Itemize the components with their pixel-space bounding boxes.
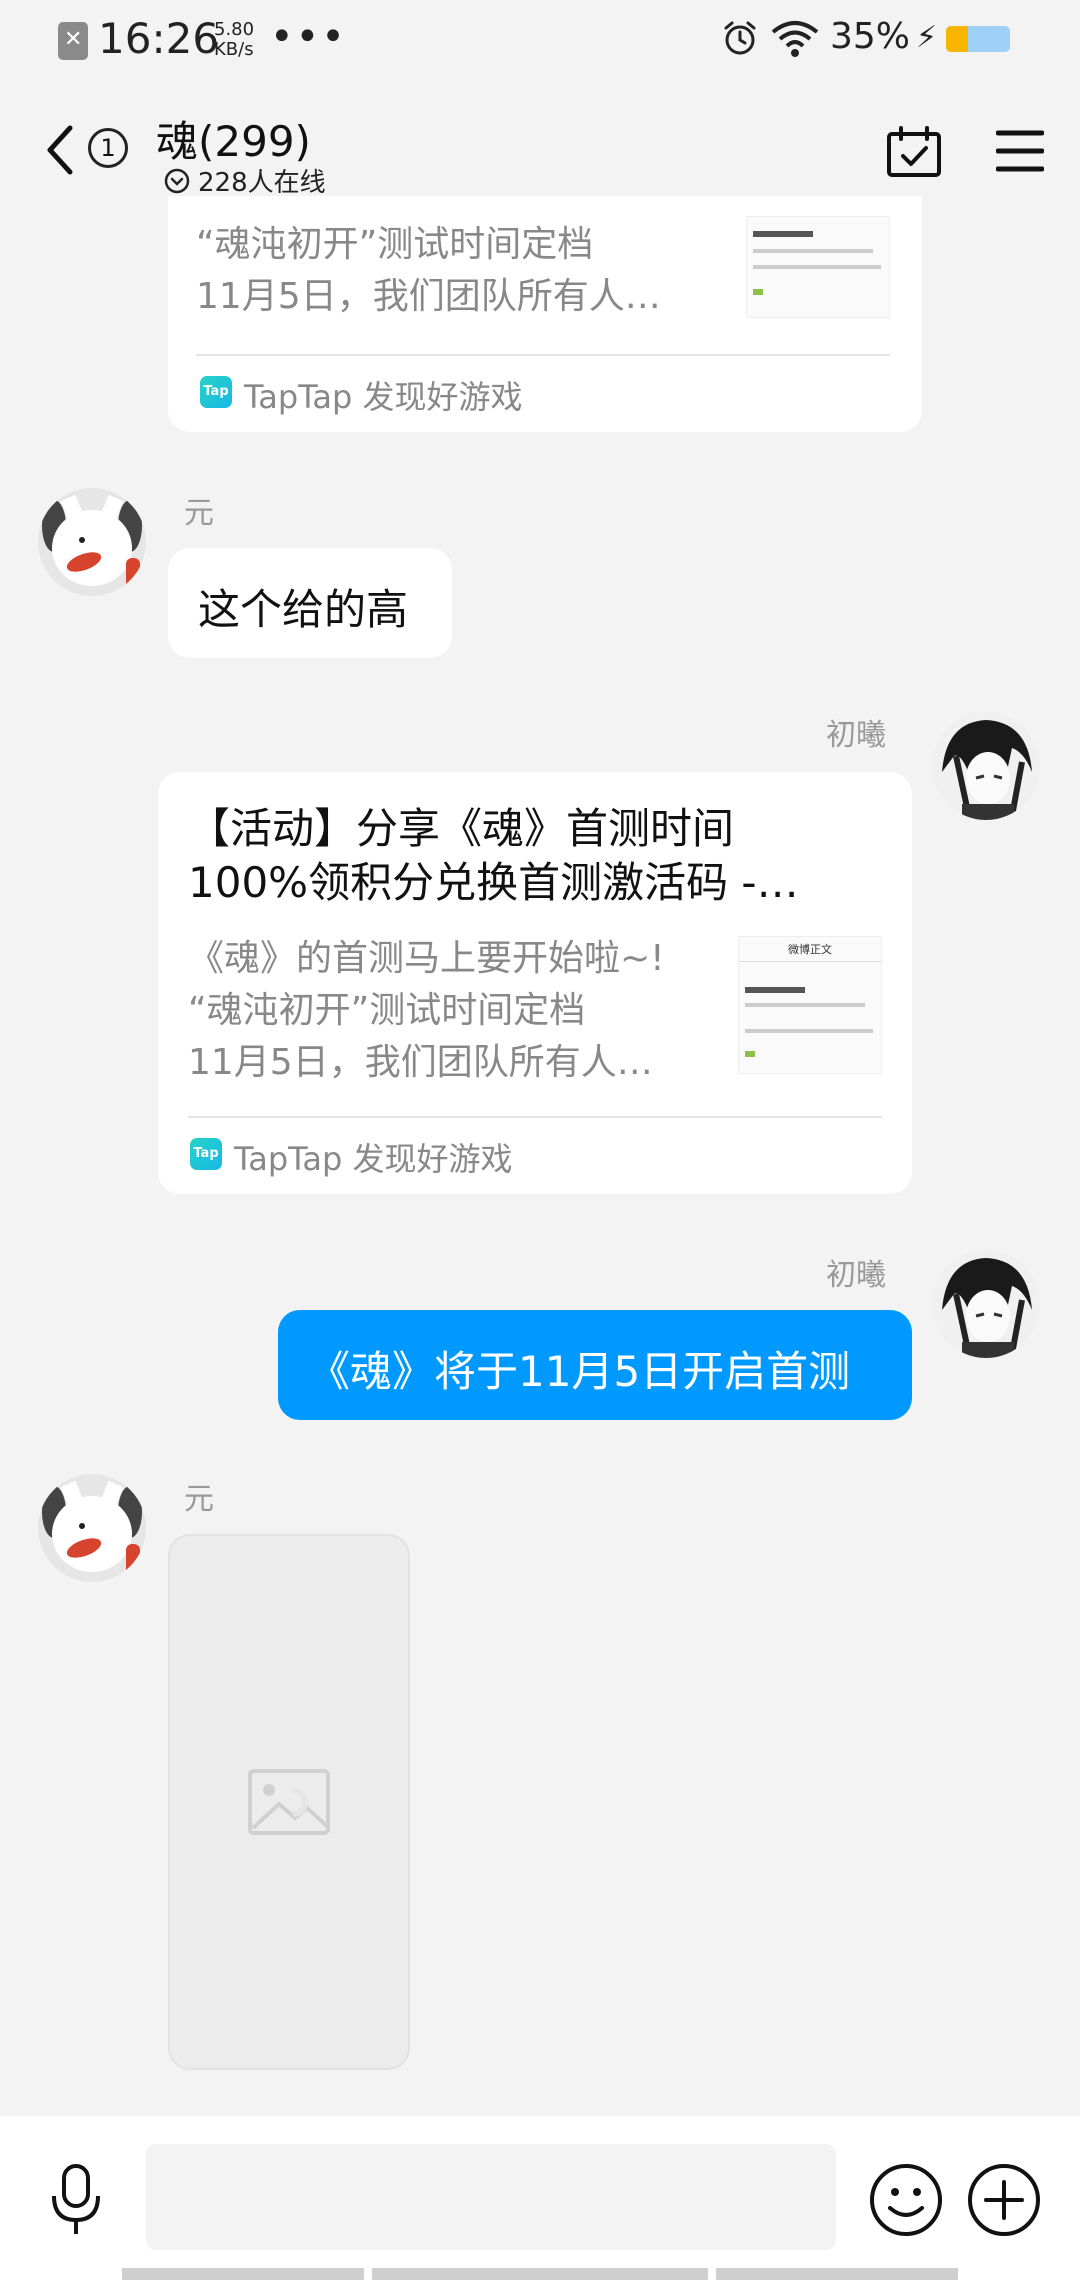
- link-card[interactable]: 【活动】分享《魂》首测时间 100%领积分兑换首测激活码 -… 《魂》的首测马上…: [158, 772, 912, 1194]
- message-text: 《魂》将于11月5日开启首测: [308, 1347, 851, 1396]
- avatar-chuxi[interactable]: [932, 712, 1040, 820]
- taptap-logo-icon: Tap: [200, 376, 232, 408]
- alarm-icon: [724, 21, 756, 55]
- calendar-check-icon[interactable]: [886, 126, 942, 178]
- chevron-down-circle-icon: [164, 168, 190, 193]
- unread-badge[interactable]: 1: [88, 128, 128, 168]
- link-card-top[interactable]: “魂沌初开”测试时间定档 11月5日，我们团队所有人… Tap TapTap 发…: [168, 196, 922, 432]
- microphone-icon[interactable]: [46, 2162, 106, 2238]
- charging-icon: ⚡: [916, 20, 938, 55]
- card-thumbnail: [746, 216, 890, 318]
- card-title-line: 【活动】分享《魂》首测时间: [188, 804, 735, 853]
- avatar-chuxi-image: [932, 1250, 1040, 1358]
- plus-icon[interactable]: [966, 2162, 1042, 2238]
- card-desc-line: 11月5日，我们团队所有人…: [196, 276, 661, 317]
- online-count[interactable]: 228人在线: [164, 162, 326, 199]
- card-desc-line: 《魂》的首测马上要开始啦~!: [188, 938, 665, 979]
- battery-level: [946, 26, 969, 52]
- avatar-chuxi-image: [932, 712, 1040, 820]
- message-bubble[interactable]: 这个给的高: [168, 548, 452, 658]
- emoji-icon[interactable]: [868, 2162, 944, 2238]
- card-divider: [196, 354, 890, 356]
- card-desc-line: “魂沌初开”测试时间定档: [196, 224, 594, 265]
- card-thumbnail: 微博正文: [738, 936, 882, 1074]
- battery-icon: [946, 26, 1010, 52]
- avatar-yuan[interactable]: [38, 488, 146, 596]
- avatar-chuxi[interactable]: [932, 1250, 1040, 1358]
- avatar-yuan-image: [38, 488, 146, 596]
- card-title-line: 100%领积分兑换首测激活码 -…: [188, 858, 799, 907]
- image-loading-icon: [248, 1769, 330, 1835]
- notification-off-icon: [58, 22, 88, 60]
- status-time: 16:26: [98, 14, 220, 63]
- status-bar: 16:26 5.80 KB/s ••• 35% ⚡: [0, 0, 1080, 84]
- image-message-placeholder[interactable]: [168, 1534, 410, 2070]
- message-text: 这个给的高: [198, 585, 409, 634]
- avatar-yuan[interactable]: [38, 1474, 146, 1582]
- menu-icon[interactable]: [996, 128, 1044, 174]
- group-title[interactable]: 魂(299): [156, 108, 311, 169]
- sender-name: 元: [184, 496, 214, 531]
- card-divider: [188, 1116, 882, 1118]
- sender-name: 初曦: [826, 718, 886, 753]
- avatar-yuan-image: [38, 1474, 146, 1582]
- card-source: TapTap 发现好游戏: [234, 1140, 513, 1178]
- card-desc-line: 11月5日，我们团队所有人…: [188, 1042, 653, 1083]
- message-bubble-self[interactable]: 《魂》将于11月5日开启首测: [278, 1310, 912, 1420]
- message-input[interactable]: [146, 2144, 836, 2250]
- battery-percent: 35%: [830, 16, 911, 57]
- card-source: TapTap 发现好游戏: [244, 378, 523, 416]
- net-speed: 5.80 KB/s: [214, 19, 255, 60]
- card-desc-line: “魂沌初开”测试时间定档: [188, 990, 586, 1031]
- sender-name: 初曦: [826, 1258, 886, 1293]
- taptap-logo-icon: Tap: [190, 1138, 222, 1170]
- thumbnail-header: 微博正文: [788, 943, 832, 956]
- bottom-gesture-bar: [0, 2268, 1080, 2280]
- sender-name: 元: [184, 1482, 214, 1517]
- online-count-text: 228人在线: [198, 168, 326, 198]
- more-dots-icon: •••: [270, 14, 347, 60]
- wifi-icon: [771, 21, 819, 57]
- back-icon[interactable]: [40, 120, 80, 180]
